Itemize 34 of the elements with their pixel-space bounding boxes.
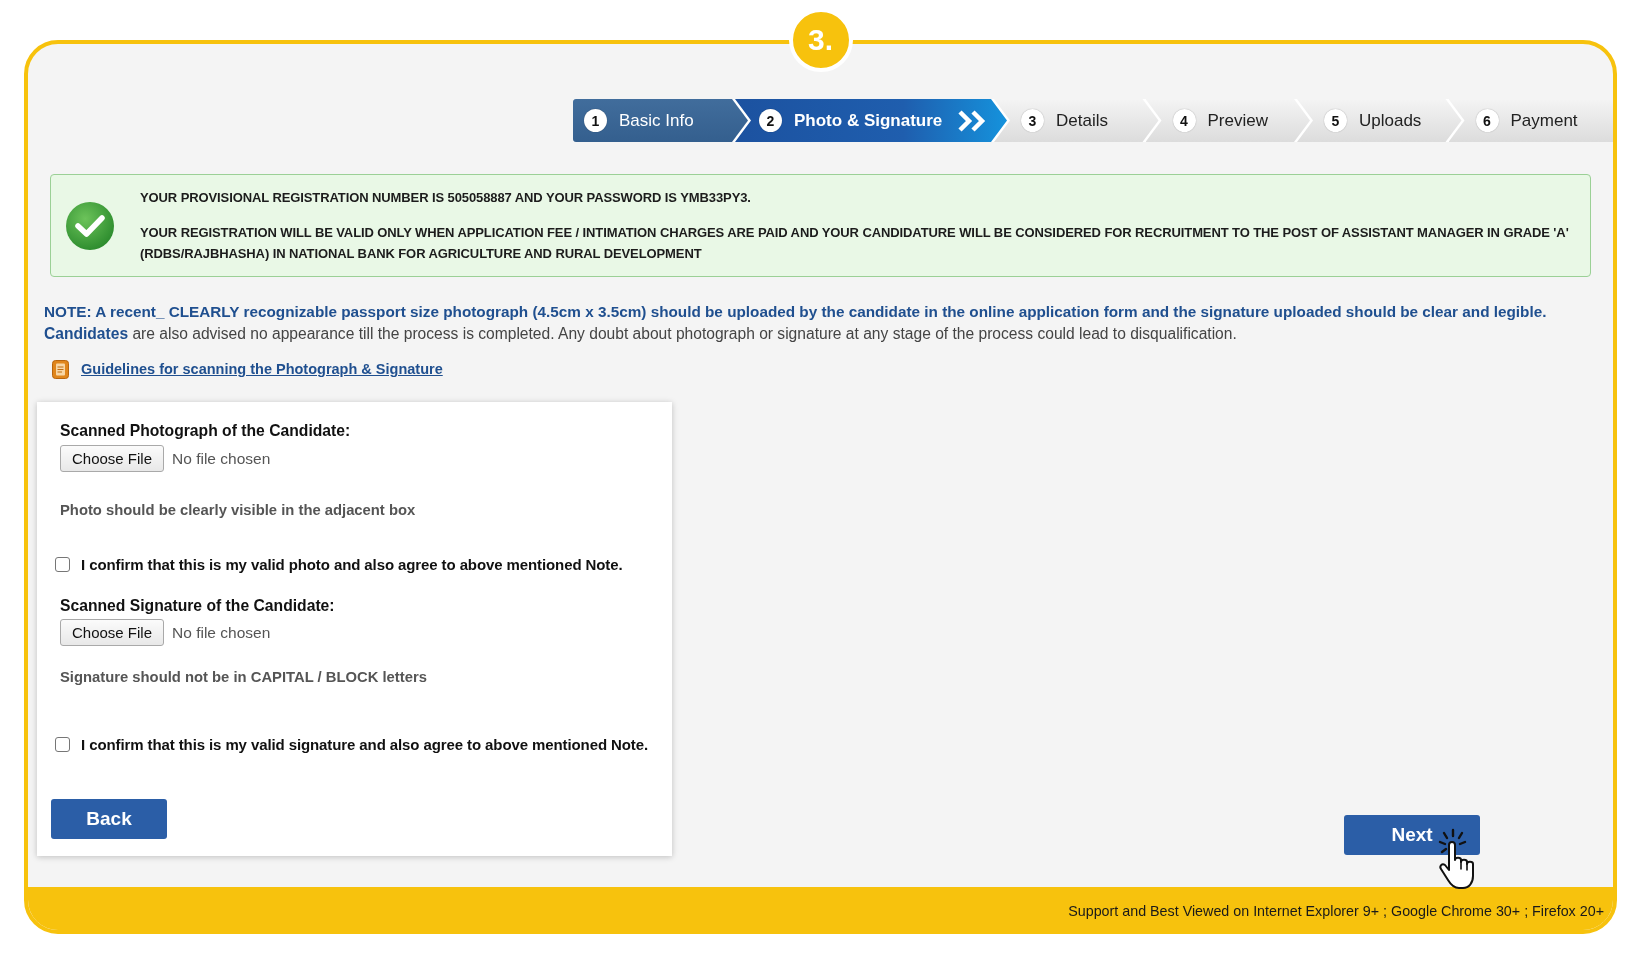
notice-text: YOUR REGISTRATION WILL BE VALID ONLY WHEN APPLICATION FEE / INTIMATION CHARGES ARE PAID AND YOUR CANDIDATURE WILL BE CONSIDERED FOR RECRUITMENT TO THE POST OF ASSISTANT MANAGER IN GRADE 'A' (RDBS/RAJBHASHA) IN NATIONAL BANK FOR AGRICULTURE AND RURAL DEVELOPMENT	[140, 224, 1570, 263]
confirm-checkbox[interactable]	[55, 736, 70, 752]
file-status-text: No file chosen	[172, 449, 271, 468]
next-button[interactable]: Next	[1344, 815, 1480, 855]
step-label: Preview	[1207, 110, 1268, 131]
note-text: NOTE: A recent_ CLEARLY recognizable passport size photograph (4.5cm x 3.5cm) should be uploaded by the candidate in the online application form and the signature uploaded should be clear and legible.	[44, 302, 1548, 322]
step-number: 3	[1021, 109, 1044, 132]
footer-text: Support and Best Viewed on Internet Explorer 9+ ; Google Chrome 30+ ; Firefox 20+	[1068, 902, 1604, 919]
notice-text: YOUR PROVISIONAL REGISTRATION NUMBER IS 505058887 AND YOUR PASSWORD IS YMB33PY3.	[140, 189, 752, 207]
step-number: 6	[1475, 109, 1499, 132]
confirm-label: I confirm that this is my valid signature and also agree to above mentioned Note.	[81, 735, 649, 753]
upload-hint-text: Photo should be clearly visible in the adjacent box	[60, 501, 417, 520]
check-circle-icon	[65, 200, 115, 251]
step-label: Uploads	[1359, 110, 1422, 131]
step-label: Photo & Signature	[794, 110, 943, 131]
step-label: Payment	[1510, 110, 1578, 131]
choose-file-button[interactable]: Choose File	[60, 619, 165, 646]
upload-hint-text: Signature should not be in CAPITAL / BLOCK letters	[60, 668, 428, 687]
upload-label: Scanned Signature of the Candidate:	[60, 596, 336, 616]
confirm-checkbox[interactable]	[55, 556, 70, 572]
upload-label: Scanned Photograph of the Candidate:	[60, 421, 352, 441]
step-number: 1	[584, 109, 607, 132]
confirm-label: I confirm that this is my valid photo and also agree to above mentioned Note.	[81, 555, 623, 573]
guidelines-link[interactable]: Guidelines for scanning the Photograph & Signature	[81, 361, 443, 377]
step-label: Basic Info	[619, 110, 694, 131]
back-button[interactable]: Back	[51, 799, 167, 839]
step-label: Details	[1056, 110, 1108, 131]
choose-file-button[interactable]: Choose File	[60, 445, 165, 472]
step-number: 5	[1324, 109, 1347, 132]
file-status-text: No file chosen	[172, 623, 271, 642]
step-number: 4	[1172, 109, 1196, 132]
note-detail-text: Candidates are also advised no appearance till the process is completed. Any doubt about photograph or signature at any stage of the process could lead to disqualification.	[44, 324, 1238, 344]
step-number: 2	[759, 109, 782, 132]
document-icon	[52, 359, 69, 379]
